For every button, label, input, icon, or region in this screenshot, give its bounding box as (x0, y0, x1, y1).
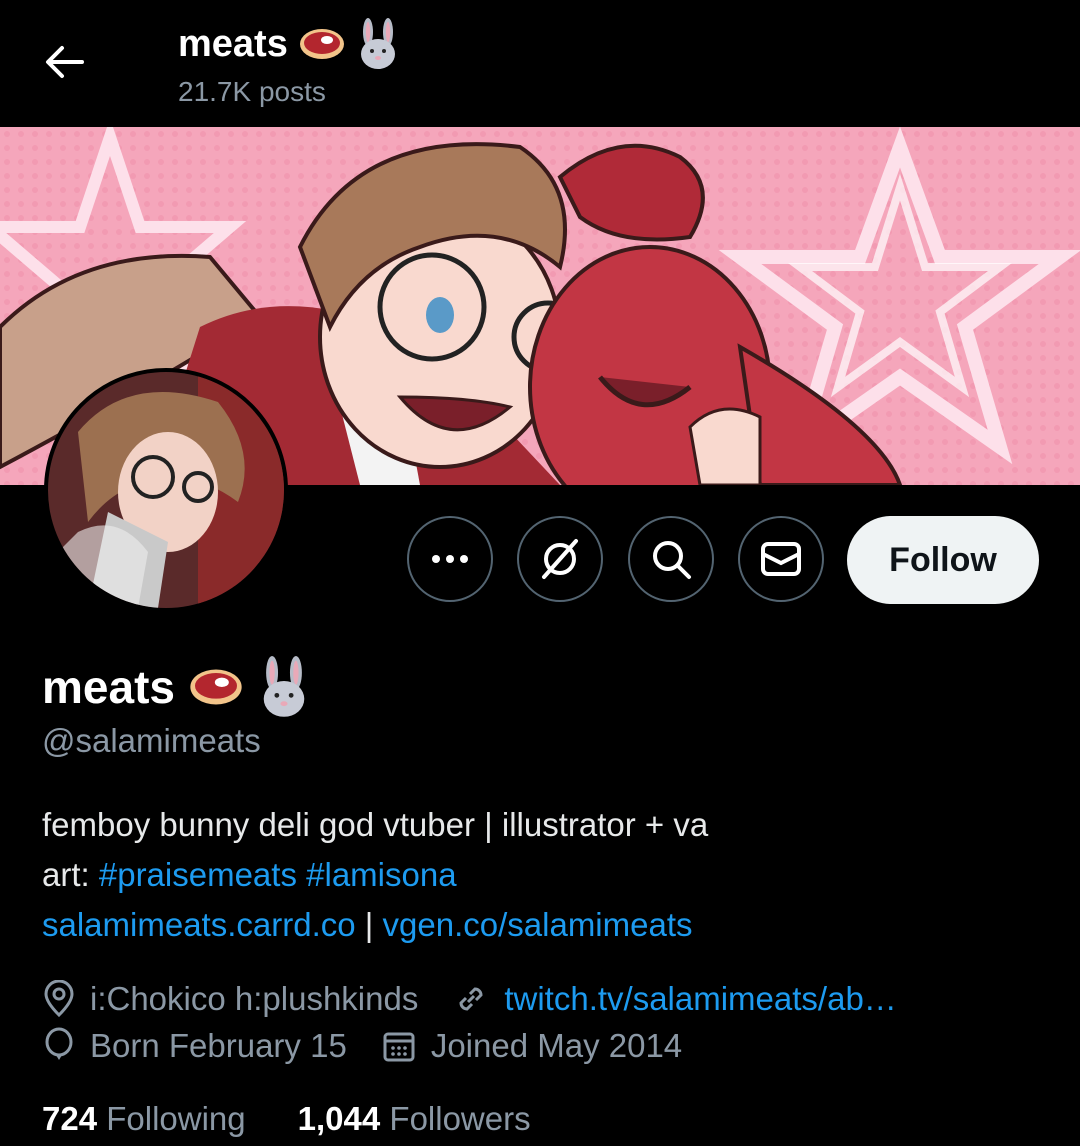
location-text: i:Chokico h:plushkinds (90, 980, 419, 1017)
display-name-text: meats (42, 661, 175, 713)
top-bar: meats 21.7K posts (0, 0, 1080, 126)
bio-separator: | (355, 906, 383, 943)
rabbit-emoji-icon (360, 18, 395, 69)
balloon-icon (45, 1027, 73, 1060)
meta-row-2: Born February 15 Joined May 2014 (42, 1027, 716, 1065)
mail-icon (761, 542, 801, 576)
profile-page: meats 21.7K posts Follow meats @salamime… (0, 0, 1080, 1146)
bio-line-3: salamimeats.carrd.co | vgen.co/salamimea… (42, 900, 1042, 950)
steak-emoji-icon (299, 29, 344, 59)
search-icon (653, 541, 691, 579)
bio-art-prefix: art: (42, 856, 99, 893)
following-stat[interactable]: 724 Following (42, 1100, 246, 1138)
website[interactable]: twitch.tv/salamimeats/ab… (452, 980, 897, 1018)
bio-link-carrd[interactable]: salamimeats.carrd.co (42, 906, 356, 943)
message-button[interactable] (738, 516, 824, 602)
following-label: Following (106, 1100, 246, 1137)
profile-avatar[interactable] (44, 368, 288, 612)
bio-link-vgen[interactable]: vgen.co/salamimeats (383, 906, 693, 943)
link-icon (459, 987, 483, 1011)
more-icon (432, 555, 468, 563)
birthday: Born February 15 (42, 1027, 347, 1065)
grok-button[interactable] (517, 516, 603, 602)
user-handle: @salamimeats (42, 722, 261, 759)
hashtag-lamisona[interactable]: #lamisona (306, 856, 456, 893)
joined: Joined May 2014 (381, 1027, 682, 1065)
back-button[interactable] (38, 38, 90, 86)
meta-row-1: i:Chokico h:plushkinds twitch.tv/salamim… (42, 980, 931, 1018)
post-count: 21.7K posts (178, 76, 326, 107)
header-title: meats (178, 18, 400, 70)
arrow-left-icon (46, 46, 84, 78)
bio-line-2: art: #praisemeats #lamisona (42, 850, 1042, 900)
display-name: meats (42, 656, 311, 718)
joined-text: Joined May 2014 (430, 1027, 683, 1064)
calendar-icon (383, 1032, 415, 1062)
grok-icon (542, 539, 578, 579)
location-pin-icon (44, 980, 74, 1018)
rabbit-emoji-icon (263, 656, 305, 717)
location: i:Chokico h:plushkinds (42, 980, 418, 1018)
followers-label: Followers (389, 1100, 531, 1137)
follow-stats: 724 Following 1,044 Followers (42, 1100, 531, 1138)
following-count: 724 (42, 1100, 98, 1137)
steak-emoji-icon (190, 669, 242, 705)
website-link[interactable]: twitch.tv/salamimeats/ab… (504, 980, 896, 1018)
follow-button[interactable]: Follow (847, 516, 1039, 604)
search-button[interactable] (628, 516, 714, 602)
followers-stat[interactable]: 1,044 Followers (298, 1100, 531, 1138)
bio-line-1: femboy bunny deli god vtuber | illustrat… (42, 806, 709, 843)
more-button[interactable] (407, 516, 493, 602)
hashtag-praisemeats[interactable]: #praisemeats (99, 856, 297, 893)
birthday-text: Born February 15 (90, 1027, 347, 1064)
followers-count: 1,044 (297, 1100, 381, 1137)
bio: femboy bunny deli god vtuber | illustrat… (42, 800, 1042, 950)
avatar-illustration (48, 372, 284, 608)
header-name: meats (178, 22, 288, 65)
